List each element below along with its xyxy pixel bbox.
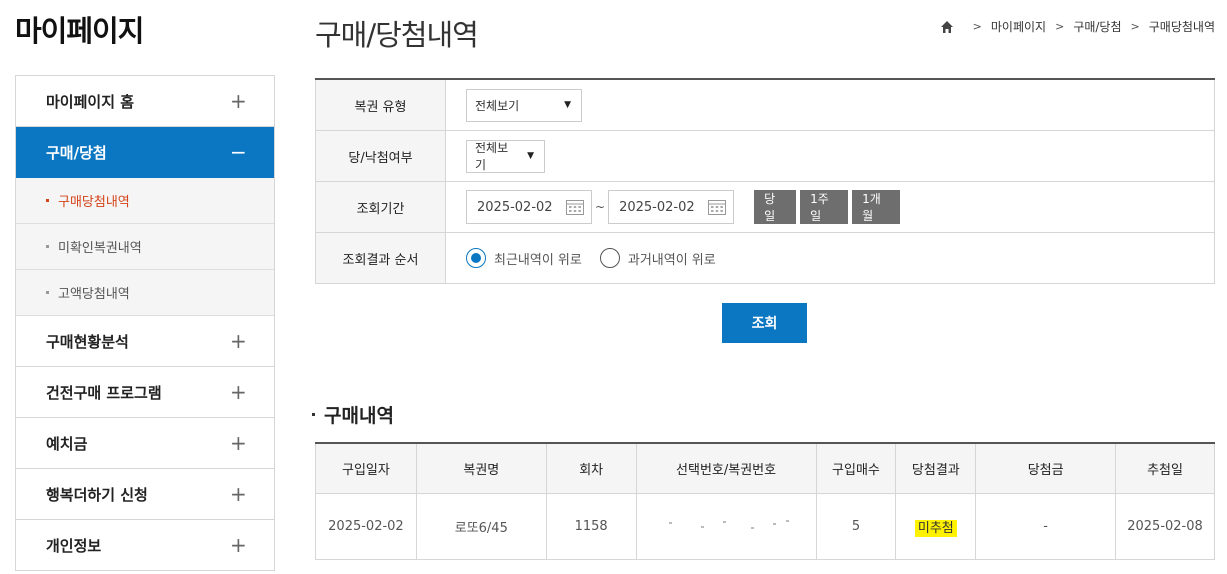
form-row-lottery-type: 복권 유형 전체보기 ▼ [315,80,1215,131]
lottery-name-cell: 로또6/45 [415,492,547,560]
form-row-order: 조회결과 순서 최근내역이 위로 과거내역이 위로 [315,233,1215,284]
column-header: 구입매수 [815,443,897,494]
select-value: 전체보기 [475,141,509,172]
plus-icon: + [230,431,247,455]
purchase-date-cell: 2025-02-02 [315,492,417,560]
period-label: 조회기간 [315,182,446,232]
chevron-right-icon: > [1130,20,1140,33]
caret-down-icon: ▼ [527,151,534,161]
period-today-button[interactable]: 당일 [754,190,797,224]
form-row-win-status: 당/낙첨여부 전체보기 ▼ [315,131,1215,182]
sidebar-item-deposit[interactable]: 예치금 + [16,418,274,469]
end-date-input[interactable]: 2025-02-02 [608,190,735,224]
ticket-numbers-cell[interactable] [635,492,817,560]
sidebar-subitem-purchase-win-history[interactable]: 구매당첨내역 [16,178,274,224]
column-header: 당첨금 [975,443,1117,494]
sidebar-item-label: 건전구매 프로그램 [46,383,162,402]
minus-icon: − [230,140,247,164]
breadcrumb: > 마이페이지 > 구매/당첨 > 구매당첨내역 [940,18,1215,35]
sidebar-item-label: 마이페이지 홈 [46,92,135,111]
sidebar-subitem-label: 고액당첨내역 [58,287,130,302]
win-status-select[interactable]: 전체보기 ▼ [466,139,545,173]
start-date-value: 2025-02-02 [477,199,553,215]
table-row[interactable]: 2025-02-02 로또6/45 1158 5 미추첨 - 2025-02-0… [315,492,1215,560]
column-header: 회차 [545,443,637,494]
sidebar-item-personal-info[interactable]: 개인정보 + [16,520,274,571]
bullet-icon [312,413,315,416]
radio-label: 과거내역이 위로 [627,252,716,268]
order-label: 조회결과 순서 [315,233,446,283]
sidebar-item-purchase-win[interactable]: 구매/당첨 − [16,127,274,178]
form-row-period: 조회기간 2025-02-02 ~ 2025-02-02 당일 1주일 1개월 [315,182,1215,233]
lottery-type-label: 복권 유형 [315,80,446,130]
page-title: 구매/당첨내역 [315,18,479,52]
order-past-option[interactable]: 과거내역이 위로 [599,248,716,268]
column-header: 복권명 [415,443,547,494]
column-header: 추첨일 [1115,443,1215,494]
prize-cell: - [975,492,1117,560]
sidebar-item-label: 예치금 [46,434,88,453]
table-header-row: 구입일자 복권명 회차 선택번호/복권번호 구입매수 당첨결과 당첨금 추첨일 [315,443,1215,494]
sidebar-item-label: 구매/당첨 [46,143,107,162]
date-range-separator: ~ [595,200,606,214]
bullet-icon [46,245,49,248]
breadcrumb-item[interactable]: 구매/당첨 [1073,18,1121,35]
column-header: 당첨결과 [895,443,977,494]
masked-numbers [661,519,791,530]
search-form: 복권 유형 전체보기 ▼ 당/낙첨여부 전체보기 ▼ 조회기간 2025-02-… [315,78,1215,284]
period-month-button[interactable]: 1개월 [852,190,901,224]
column-header: 구입일자 [315,443,417,494]
calendar-icon[interactable] [707,198,727,216]
start-date-input[interactable]: 2025-02-02 [466,190,592,224]
bullet-icon [46,291,49,294]
sidebar-subitem-label: 미확인복권내역 [58,241,142,256]
sidebar-item-label: 개인정보 [46,536,102,555]
round-cell: 1158 [545,492,637,560]
plus-icon: + [230,380,247,404]
results-title-text: 구매내역 [324,405,394,427]
sidebar-item-happiness-apply[interactable]: 행복더하기 신청 + [16,469,274,520]
win-status-label: 당/낙첨여부 [315,131,446,181]
sidebar-item-purchase-analysis[interactable]: 구매현황분석 + [16,316,274,367]
sidebar-item-label: 행복더하기 신청 [46,485,148,504]
sidebar-item-label: 구매현황분석 [46,332,129,351]
sidebar-subitem-high-prize[interactable]: 고액당첨내역 [16,270,274,316]
results-section-title: 구매내역 [312,401,394,428]
breadcrumb-item[interactable]: 마이페이지 [991,18,1046,35]
bullet-icon [46,199,49,202]
plus-icon: + [230,329,247,353]
calendar-icon[interactable] [565,198,585,216]
sidebar-item-mypage-home[interactable]: 마이페이지 홈 + [16,76,274,127]
results-table: 구입일자 복권명 회차 선택번호/복권번호 구입매수 당첨결과 당첨금 추첨일 … [315,442,1215,560]
chevron-right-icon: > [1055,20,1065,33]
lottery-type-select[interactable]: 전체보기 ▼ [466,88,582,122]
win-result-cell: 미추첨 [895,492,977,560]
column-header: 선택번호/복권번호 [635,443,817,494]
plus-icon: + [230,533,247,557]
chevron-right-icon: > [972,20,982,33]
plus-icon: + [230,89,247,113]
sidebar-subitem-unchecked-tickets[interactable]: 미확인복권내역 [16,224,274,270]
radio-label: 최근내역이 위로 [494,252,582,268]
select-value: 전체보기 [475,98,520,113]
caret-down-icon: ▼ [564,100,571,110]
sidebar-subitem-label: 구매당첨내역 [58,195,130,210]
radio-unselected-icon[interactable] [599,248,620,268]
radio-selected-icon[interactable] [466,248,486,268]
period-week-button[interactable]: 1주일 [800,190,849,224]
end-date-value: 2025-02-02 [619,199,695,215]
order-recent-option[interactable]: 최근내역이 위로 [466,248,582,268]
win-result-badge: 미추첨 [914,519,957,537]
ticket-count-cell: 5 [815,492,897,560]
breadcrumb-item[interactable]: 구매당첨내역 [1149,18,1215,35]
home-icon[interactable] [940,20,954,34]
sidebar-title: 마이페이지 [15,14,144,48]
search-button[interactable]: 조회 [722,303,807,343]
sidebar-item-healthy-purchase[interactable]: 건전구매 프로그램 + [16,367,274,418]
plus-icon: + [230,482,247,506]
sidebar-nav: 마이페이지 홈 + 구매/당첨 − 구매당첨내역 미확인복권내역 고액당첨내역 … [15,75,275,571]
draw-date-cell: 2025-02-08 [1115,492,1215,560]
